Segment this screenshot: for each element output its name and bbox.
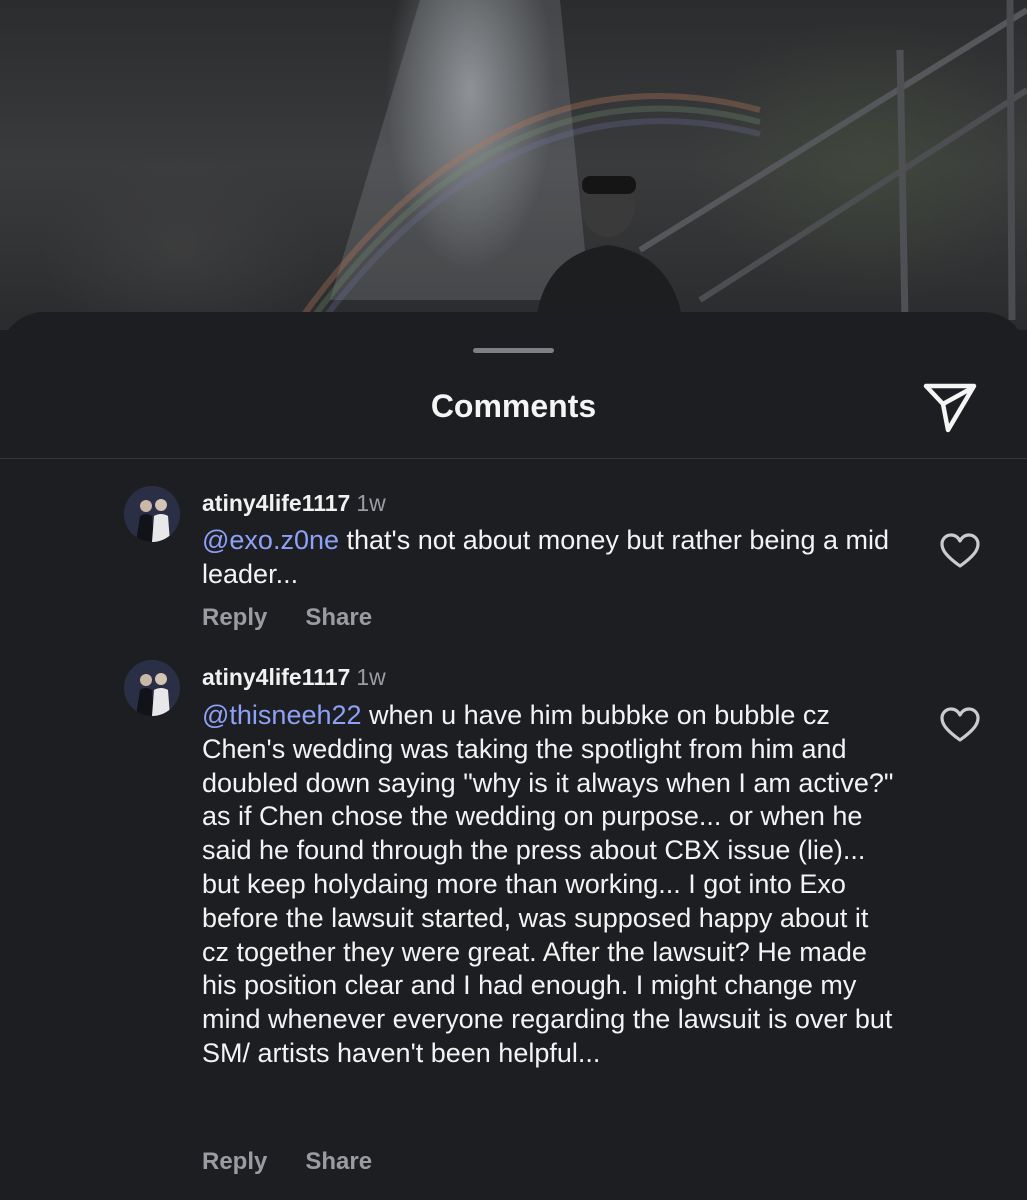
heart-outline-icon[interactable]: [940, 707, 980, 743]
comment-body: when u have him bubbke on bubble cz Chen…: [202, 700, 894, 1068]
username[interactable]: atiny4life1117: [202, 490, 350, 516]
avatar[interactable]: [124, 486, 180, 542]
comment-header: atiny4life1117 1w: [202, 490, 386, 517]
send-icon[interactable]: [918, 376, 982, 436]
heart-outline-icon[interactable]: [940, 533, 980, 569]
username[interactable]: atiny4life1117: [202, 664, 350, 690]
header-divider: [0, 458, 1027, 459]
comment-header: atiny4life1117 1w: [202, 664, 386, 691]
background-photo: [0, 0, 1027, 330]
comment-actions: Reply Share: [202, 1148, 372, 1176]
avatar[interactable]: [124, 660, 180, 716]
comment-actions: Reply Share: [202, 604, 372, 632]
share-button[interactable]: Share: [305, 1148, 372, 1176]
mention-link[interactable]: @thisneeh22: [202, 700, 362, 730]
share-button[interactable]: Share: [305, 604, 372, 632]
comment-time: 1w: [356, 490, 386, 516]
sheet-grabber-handle[interactable]: [473, 348, 554, 353]
comment-text: @exo.z0ne that's not about money but rat…: [202, 524, 902, 592]
sheet-title: Comments: [430, 388, 597, 424]
reply-button[interactable]: Reply: [202, 604, 267, 632]
photo-scene: [297, 0, 1027, 330]
comment-time: 1w: [356, 664, 386, 690]
reply-button[interactable]: Reply: [202, 1148, 267, 1176]
mention-link[interactable]: @exo.z0ne: [202, 525, 339, 555]
comment-text: @thisneeh22 when u have him bubbke on bu…: [202, 699, 902, 1071]
